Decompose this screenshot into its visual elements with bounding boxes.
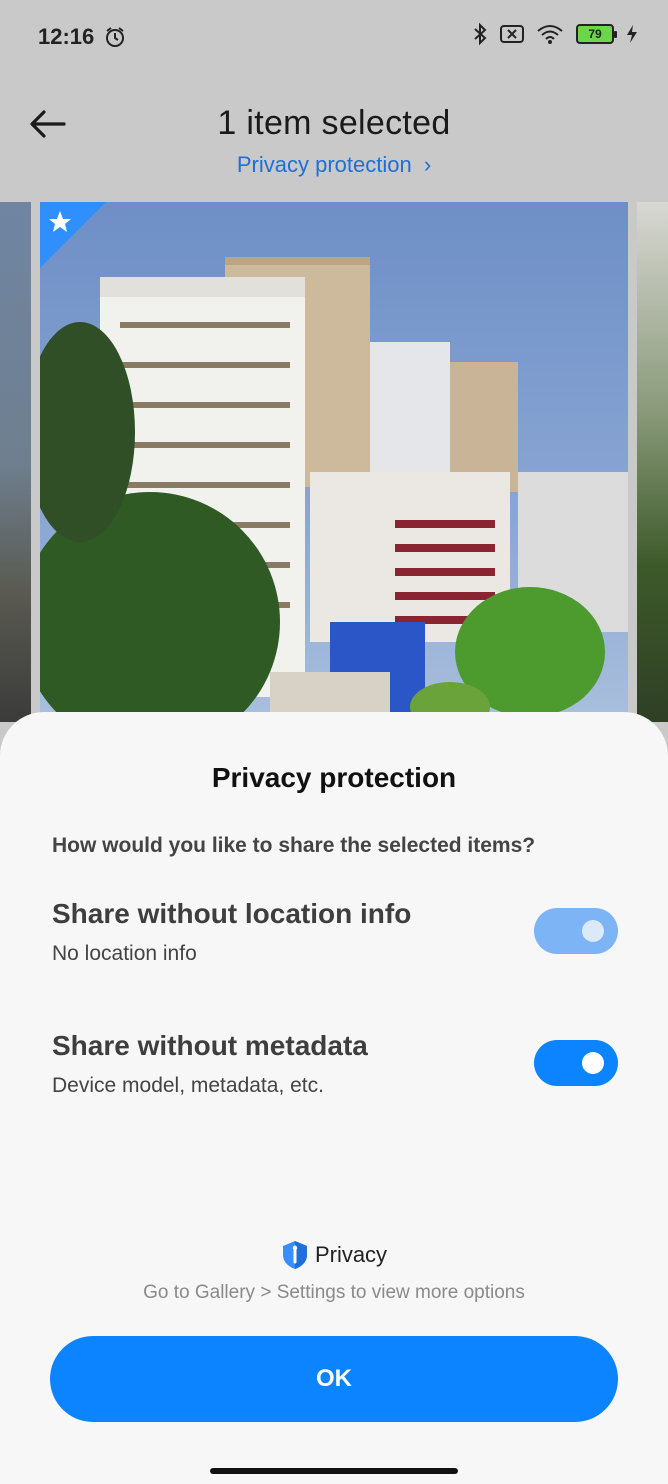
- option-metadata-title: Share without metadata: [52, 1030, 368, 1061]
- sheet-question: How would you like to share the selected…: [52, 834, 536, 857]
- privacy-shield-icon: [282, 1241, 307, 1269]
- privacy-protection-sheet: Privacy protection How would you like to…: [0, 712, 668, 1484]
- toggle-knob: [582, 920, 604, 942]
- favorite-badge: [40, 202, 106, 268]
- status-bar: 12:16 79: [0, 0, 668, 76]
- settings-hint: Go to Gallery > Settings to view more op…: [143, 1282, 525, 1303]
- sheet-title: Privacy protection: [211, 762, 457, 793]
- header: 1 item selected Privacy protection ›: [0, 76, 668, 202]
- home-indicator[interactable]: [210, 1468, 458, 1474]
- option-location-subtitle: No location info: [52, 942, 197, 965]
- ok-button[interactable]: OK: [50, 1336, 618, 1422]
- battery-level: 79: [588, 27, 602, 41]
- toggle-knob: [582, 1052, 604, 1074]
- page-title: 1 item selected: [217, 104, 451, 142]
- alarm-icon: [106, 27, 124, 47]
- city-buildings-image: [40, 257, 628, 722]
- chevron-right-icon: ›: [423, 152, 432, 177]
- status-icons: 79: [472, 22, 638, 46]
- option-location-title: Share without location info: [52, 898, 412, 929]
- selected-photo[interactable]: [40, 202, 628, 722]
- privacy-brand-label: Privacy: [314, 1242, 388, 1267]
- next-photo-thumbnail[interactable]: [637, 202, 668, 722]
- sim-disabled-icon: [500, 25, 524, 43]
- bluetooth-icon: [474, 22, 487, 46]
- privacy-brand: Privacy: [0, 1240, 668, 1270]
- privacy-link-label: Privacy protection: [236, 152, 412, 177]
- status-time: 12:16: [38, 24, 95, 49]
- location-toggle[interactable]: [534, 908, 618, 954]
- privacy-protection-link[interactable]: Privacy protection ›: [0, 152, 668, 178]
- star-icon: [40, 202, 106, 268]
- previous-photo-thumbnail[interactable]: [0, 202, 31, 722]
- option-metadata-subtitle: Device model, metadata, etc.: [52, 1074, 324, 1097]
- metadata-toggle[interactable]: [534, 1040, 618, 1086]
- charging-icon: [627, 25, 637, 43]
- wifi-icon: [537, 25, 563, 44]
- photo-strip[interactable]: [0, 202, 668, 722]
- battery-icon: 79: [576, 24, 617, 44]
